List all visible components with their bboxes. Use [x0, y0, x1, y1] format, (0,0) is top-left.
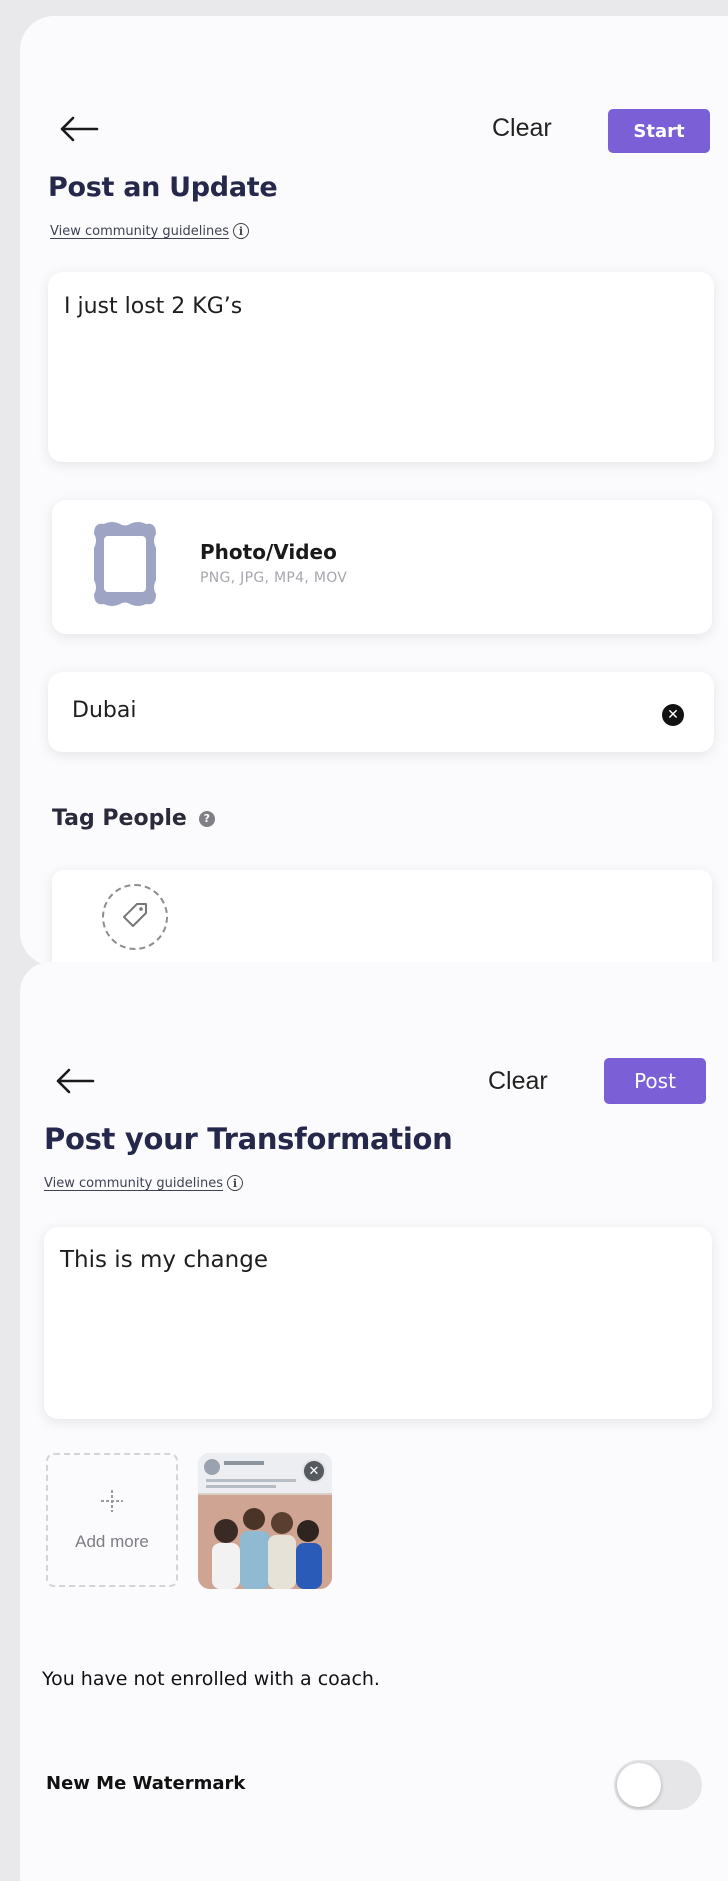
page-title: Post an Update	[48, 172, 278, 203]
transformation-photo-thumbnail[interactable]: ✕	[198, 1453, 332, 1589]
post-text-field[interactable]: This is my change	[44, 1227, 712, 1419]
photo-video-upload[interactable]: Photo/Video PNG, JPG, MP4, MOV	[52, 500, 712, 634]
info-icon[interactable]: i	[227, 1175, 244, 1191]
clear-icon[interactable]: ✕	[662, 704, 684, 726]
guidelines-link-text[interactable]: View community guidelines	[44, 1176, 223, 1191]
back-arrow-icon[interactable]	[52, 1064, 98, 1098]
picture-frame-icon	[90, 520, 160, 608]
add-more-button[interactable]: Add more	[46, 1453, 178, 1587]
post-text-value[interactable]: I just lost 2 KG’s	[64, 294, 242, 319]
toggle-knob[interactable]	[617, 1763, 661, 1807]
info-icon[interactable]: i	[233, 223, 250, 239]
community-guidelines-link[interactable]: View community guidelines i	[44, 1175, 244, 1191]
watermark-label: New Me Watermark	[46, 1773, 246, 1794]
post-text-field[interactable]: I just lost 2 KG’s	[48, 272, 714, 462]
post-button[interactable]: Post	[604, 1058, 706, 1104]
post-text-value[interactable]: This is my change	[60, 1247, 268, 1273]
back-arrow-icon[interactable]	[56, 112, 102, 146]
add-more-label: Add more	[75, 1532, 149, 1551]
help-icon[interactable]: ?	[198, 810, 215, 827]
media-formats: PNG, JPG, MP4, MOV	[200, 570, 348, 586]
location-field[interactable]: Dubai ✕	[48, 672, 714, 752]
tag-people-label: Tag People	[52, 806, 187, 831]
remove-icon[interactable]: ✕	[302, 1459, 326, 1483]
media-title: Photo/Video	[200, 540, 337, 564]
tag-icon	[120, 900, 150, 934]
coach-status-text: You have not enrolled with a coach.	[42, 1668, 380, 1690]
community-guidelines-link[interactable]: View community guidelines i	[50, 223, 250, 239]
location-value[interactable]: Dubai	[72, 698, 136, 723]
tag-people-heading: Tag People ?	[52, 806, 215, 831]
start-button[interactable]: Start	[608, 109, 710, 153]
clear-button[interactable]: Clear	[488, 1067, 548, 1096]
tag-people-button[interactable]	[102, 884, 168, 950]
page-title: Post your Transformation	[44, 1122, 453, 1156]
watermark-toggle[interactable]	[614, 1760, 702, 1810]
plus-icon	[99, 1488, 125, 1518]
tag-people-panel[interactable]	[52, 870, 712, 966]
guidelines-link-text[interactable]: View community guidelines	[50, 224, 229, 239]
clear-button[interactable]: Clear	[492, 114, 552, 143]
